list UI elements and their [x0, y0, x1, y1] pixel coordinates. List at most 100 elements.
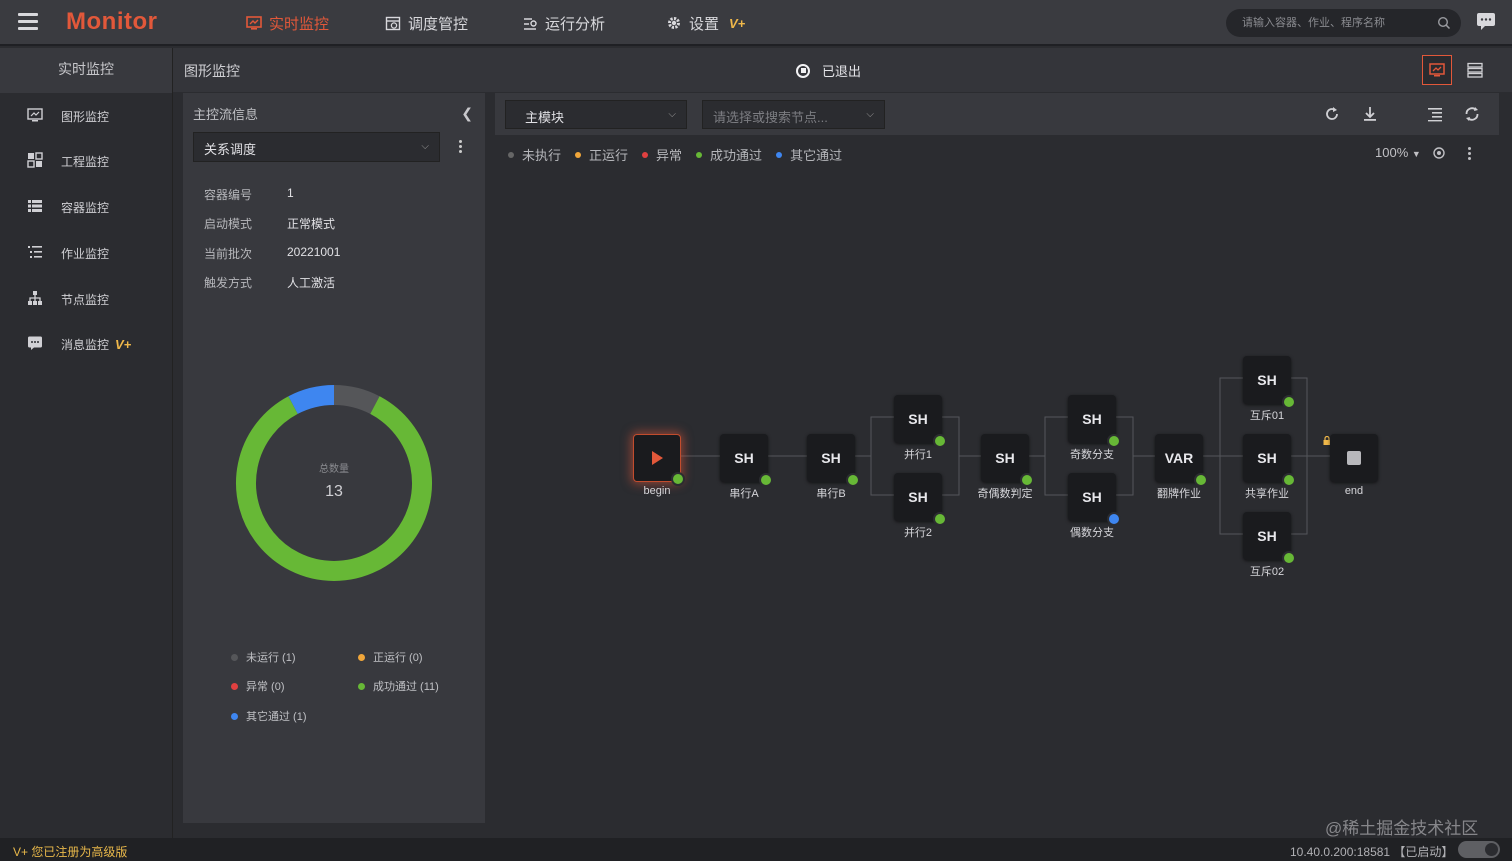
- flow-node-mutex-02[interactable]: SH: [1243, 512, 1296, 565]
- legend-item-other: 其它通过 (1): [231, 708, 307, 724]
- sidebar-item-text: 消息监控: [61, 338, 110, 352]
- toggle-knob-icon: [1485, 843, 1498, 856]
- nav-run-analysis[interactable]: 运行分析: [522, 12, 605, 34]
- legend-item-success: 成功通过 (11): [358, 678, 439, 694]
- watermark: @稀土掘金技术社区: [1325, 819, 1479, 838]
- node-label: 并行1: [903, 449, 933, 461]
- sidebar: 实时监控 图形监控 工程监控 容器监控 作业监控 节点监控 消息监控 V+: [0, 48, 173, 838]
- flow-node-flip-job[interactable]: VAR: [1155, 434, 1208, 487]
- node-label: 偶数分支: [1070, 527, 1114, 539]
- donut-label: 总数量: [319, 464, 349, 475]
- node-label: 并行2: [903, 527, 933, 539]
- main-flow-info-panel: 主控流信息 ❮ 关系调度 ⌵ 容器编号 1 启动模式 正常模式 当前批次 202210…: [183, 93, 485, 823]
- info-value: 20221001: [287, 245, 341, 259]
- sidebar-item-node-monitor[interactable]: 节点监控: [0, 283, 173, 313]
- sidebar-item-project-monitor[interactable]: 工程监控: [0, 145, 173, 175]
- flow-node-odd-even-check[interactable]: SH: [981, 434, 1034, 487]
- nav-schedule-control[interactable]: 调度管控: [385, 12, 468, 34]
- legend-label: 其它通过 (1): [246, 711, 307, 723]
- nav-realtime-monitor[interactable]: 实时监控: [246, 12, 329, 34]
- node-label: 串行B: [816, 488, 846, 500]
- nav-label: 调度管控: [408, 15, 469, 33]
- node-type: SH: [1257, 372, 1277, 388]
- legend-dot: [358, 653, 365, 661]
- stop-icon: [1347, 451, 1361, 465]
- sidebar-item-graph-monitor[interactable]: 图形监控: [0, 100, 173, 130]
- node-label: end: [1344, 485, 1364, 497]
- status-donut-chart: 总数量 13: [234, 383, 434, 583]
- license-status: V+ 您已注册为高级版: [13, 845, 128, 859]
- node-label: 互斥02: [1249, 566, 1285, 578]
- flow-node-mutex-01[interactable]: SH: [1243, 356, 1296, 409]
- search-icon[interactable]: [1437, 16, 1451, 30]
- vplus-badge: V+: [729, 15, 746, 31]
- flow-select-value: 关系调度: [204, 142, 257, 157]
- nav-label: 运行分析: [545, 15, 606, 33]
- node-type: SH: [821, 450, 841, 466]
- flow-node-parallel-2[interactable]: SH: [894, 473, 947, 526]
- legend-item-error: 异常 (0): [231, 678, 285, 694]
- schedule-icon: [385, 16, 401, 31]
- node-label: begin: [643, 485, 671, 497]
- theme-toggle[interactable]: [1458, 841, 1500, 858]
- node-label: 互斥01: [1249, 410, 1285, 422]
- flow-select[interactable]: 关系调度 ⌵: [193, 132, 440, 162]
- chevron-down-icon: ⌵: [421, 141, 429, 152]
- flow-node-parallel-1[interactable]: SH: [894, 395, 947, 448]
- node-type: SH: [908, 489, 928, 505]
- list-icon: [28, 200, 42, 212]
- node-type: SH: [1082, 411, 1102, 427]
- flow-node-odd-branch[interactable]: SH: [1068, 395, 1121, 448]
- sidebar-item-container-monitor[interactable]: 容器监控: [0, 191, 173, 221]
- graph-view-button[interactable]: [1422, 55, 1452, 85]
- message-icon[interactable]: [1476, 12, 1496, 30]
- list-view-button[interactable]: [1460, 55, 1490, 85]
- node-label: 奇数分支: [1070, 449, 1114, 461]
- graph-canvas[interactable]: 主模块 ⌵ 请选择或搜索节点... ⌵ 未执行 正运行 异常 成功通过 其它通过…: [495, 93, 1499, 817]
- search-input[interactable]: [1242, 13, 1432, 33]
- node-type: SH: [1082, 489, 1102, 505]
- stop-icon: [796, 63, 810, 78]
- monitor-alert-icon: [246, 16, 262, 30]
- app-logo[interactable]: Monitor: [66, 8, 157, 36]
- flow-node-even-branch[interactable]: SH: [1068, 473, 1121, 526]
- flow-node-serial-b[interactable]: SH: [807, 434, 860, 487]
- node-label: 串行A: [729, 488, 759, 500]
- node-label: 翻牌作业: [1157, 488, 1201, 500]
- panel-title: 主控流信息: [193, 107, 259, 122]
- legend-label: 成功通过 (11): [373, 681, 439, 693]
- legend-dot: [358, 682, 365, 690]
- info-key: 当前批次: [204, 247, 253, 261]
- flow-node-begin[interactable]: [633, 434, 685, 486]
- donut-slice-4: [288, 385, 335, 415]
- flow-node-end[interactable]: [1330, 434, 1378, 482]
- nav-label: 实时监控: [269, 15, 330, 33]
- sidebar-item-message-monitor[interactable]: 消息监控 V+: [0, 328, 173, 358]
- flow-node-shared-job[interactable]: SH: [1243, 434, 1296, 487]
- node-label: 奇偶数判定: [977, 488, 1033, 500]
- vplus-badge: V+: [115, 337, 132, 352]
- play-icon: [652, 451, 663, 465]
- hierarchy-icon: [28, 291, 42, 305]
- sidebar-item-job-monitor[interactable]: 作业监控: [0, 237, 173, 267]
- legend-label: 未运行 (1): [246, 652, 296, 664]
- top-bar: Monitor 实时监控 调度管控 运行分析 设置 V+: [0, 0, 1512, 46]
- more-icon[interactable]: [459, 140, 463, 154]
- message-icon: [28, 336, 42, 350]
- sidebar-item-label: 容器监控: [61, 201, 110, 215]
- sub-header: 图形监控 已退出: [173, 48, 1512, 92]
- info-value: 正常模式: [287, 217, 336, 231]
- legend-dot: [231, 712, 238, 720]
- chevron-left-icon[interactable]: ❮: [461, 105, 473, 122]
- nav-settings[interactable]: 设置 V+: [666, 12, 745, 34]
- legend-label: 正运行 (0): [373, 652, 423, 664]
- legend-item-idle: 未运行 (1): [231, 649, 296, 665]
- gear-icon: [668, 17, 680, 29]
- page-title: 图形监控: [184, 63, 240, 79]
- menu-icon[interactable]: [18, 13, 38, 31]
- flow-node-serial-a[interactable]: SH: [720, 434, 773, 487]
- sidebar-header: 实时监控: [0, 48, 172, 93]
- server-list-icon: [1467, 62, 1483, 78]
- node-type: SH: [908, 411, 928, 427]
- global-search[interactable]: [1226, 9, 1461, 37]
